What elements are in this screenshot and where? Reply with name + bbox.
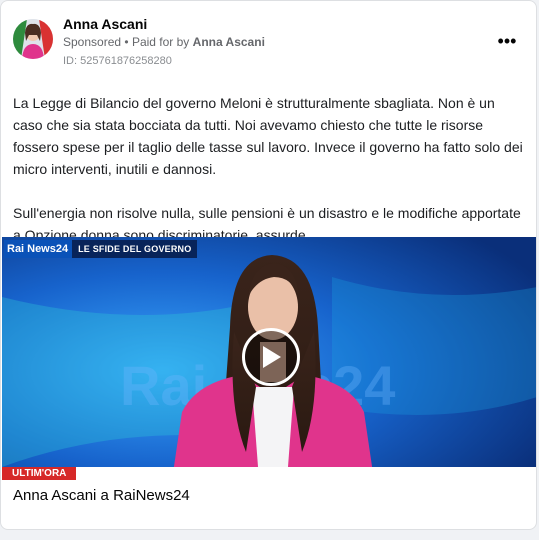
post-header: Anna Ascani Sponsored • Paid for by Anna… [1, 1, 536, 81]
show-title: LE SFIDE DEL GOVERNO [72, 240, 198, 258]
sponsored-line: Sponsored • Paid for by Anna Ascani [63, 35, 265, 49]
rainews24-logo: Rai News24 LE SFIDE DEL GOVERNO [4, 240, 198, 258]
play-icon [263, 346, 281, 368]
author-name[interactable]: Anna Ascani [63, 16, 147, 32]
logo-news24: News24 [27, 240, 73, 258]
video-player[interactable]: Rai s24 Rai News24 LE SFIDE DEL GOVERNO … [2, 237, 536, 480]
logo-rai: Rai [4, 240, 28, 258]
avatar-image [13, 19, 53, 59]
ad-id: ID: 525761876258280 [63, 55, 172, 67]
play-button[interactable] [242, 328, 300, 386]
sponsored-label: Sponsored [63, 35, 122, 49]
post-paragraph-1: La Legge di Bilancio del governo Meloni … [13, 95, 523, 177]
ticker-tag: ULTIM'ORA [2, 467, 77, 480]
paid-for-prefix: Paid for by [131, 35, 190, 49]
paid-for-name[interactable]: Anna Ascani [193, 35, 265, 49]
more-options-icon[interactable]: ••• [492, 29, 522, 53]
post-text: La Legge di Bilancio del governo Meloni … [13, 92, 525, 246]
video-caption[interactable]: Anna Ascani a RaiNews24 [13, 487, 190, 504]
avatar[interactable] [13, 19, 53, 59]
meta-separator: • [124, 35, 129, 49]
ad-card: Anna Ascani Sponsored • Paid for by Anna… [0, 0, 537, 530]
news-ticker: ULTIM'ORA [2, 467, 536, 480]
